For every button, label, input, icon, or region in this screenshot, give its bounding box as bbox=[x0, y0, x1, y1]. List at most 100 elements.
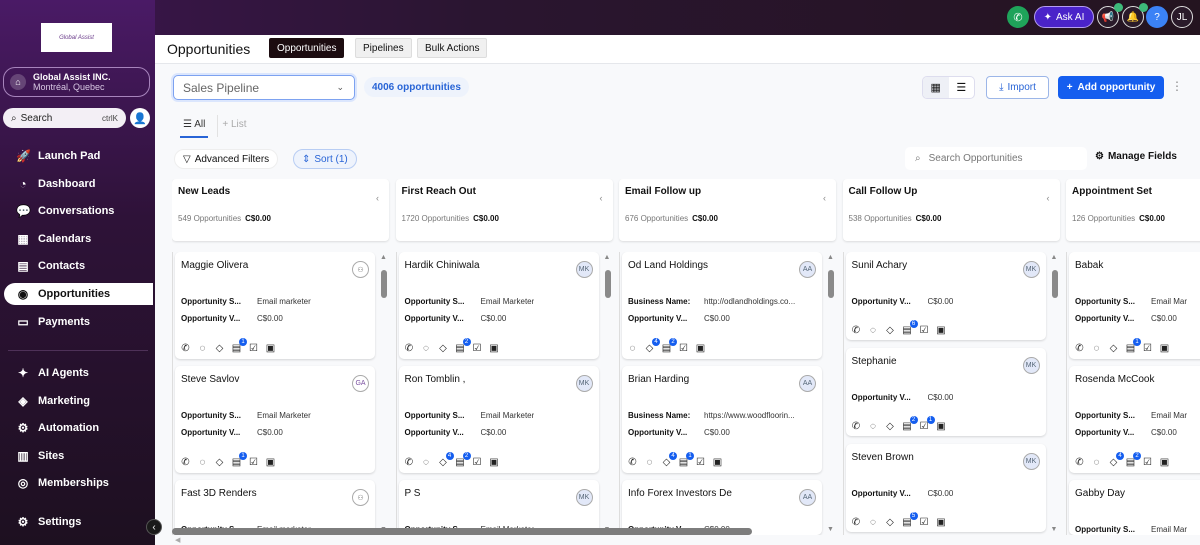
phone-icon[interactable]: ✆ bbox=[851, 517, 862, 528]
notes-icon[interactable]: ▤ 2 bbox=[455, 452, 471, 468]
notes-icon[interactable]: ▤ 2 bbox=[455, 338, 471, 354]
chat-icon[interactable]: ◌ bbox=[627, 343, 638, 354]
task-icon[interactable]: ☑ bbox=[678, 343, 689, 354]
help-button[interactable]: ? bbox=[1146, 6, 1168, 28]
assignee-avatar[interactable]: MK bbox=[575, 489, 593, 506]
search-opportunities-input[interactable]: ⌕ Search Opportunities bbox=[905, 147, 1087, 170]
tag-icon[interactable]: ◇ bbox=[1108, 343, 1119, 354]
phone-button[interactable]: ✆ bbox=[1007, 6, 1029, 28]
column-scrollbar[interactable]: ▲▼ bbox=[603, 252, 613, 535]
add-list-button[interactable]: + List bbox=[222, 119, 246, 138]
sidebar-item-automation[interactable]: ⚙ Automation bbox=[4, 417, 153, 439]
scroll-up-arrow[interactable]: ▲ bbox=[604, 254, 611, 261]
chat-icon[interactable]: ◌ bbox=[197, 343, 208, 354]
import-button[interactable]: ⤓ Import bbox=[986, 76, 1049, 99]
task-icon[interactable]: ☑ bbox=[695, 457, 706, 468]
opportunity-card[interactable]: P SMKOpportunity S...Email Marketer bbox=[398, 480, 599, 535]
calendar-icon[interactable]: ▣ bbox=[265, 343, 276, 354]
chat-icon[interactable]: ◌ bbox=[868, 325, 879, 336]
calendar-icon[interactable]: ▣ bbox=[712, 457, 723, 468]
phone-icon[interactable]: ✆ bbox=[1074, 343, 1085, 354]
task-icon[interactable]: ☑ bbox=[248, 457, 259, 468]
task-icon[interactable]: ☑ bbox=[919, 325, 930, 336]
task-icon[interactable]: ☑ bbox=[919, 517, 930, 528]
opportunity-card[interactable]: Gabby Day Opportunity S... Email Mar bbox=[1069, 480, 1200, 535]
scroll-thumb[interactable] bbox=[604, 270, 611, 298]
tag-icon[interactable]: ◇ bbox=[214, 343, 225, 354]
scroll-left-arrow[interactable]: ◀ bbox=[175, 536, 180, 544]
assignee-avatar[interactable]: AA bbox=[799, 489, 816, 506]
opportunity-card[interactable]: Sunil Achary MK Opportunity V... C$0.00 ✆ ◌ ◇ ▤… bbox=[845, 252, 1046, 340]
assignee-avatar[interactable]: AA bbox=[799, 261, 816, 278]
column-scrollbar[interactable]: ▲▼ bbox=[379, 252, 389, 535]
advanced-filters-button[interactable]: ▽ Advanced Filters bbox=[174, 149, 279, 169]
tab-bulk-actions[interactable]: Bulk Actions bbox=[417, 38, 488, 58]
calendar-icon[interactable]: ▣ bbox=[265, 457, 276, 468]
tag-icon[interactable]: ◇ 4 bbox=[644, 338, 660, 354]
chat-icon[interactable]: ◌ bbox=[421, 343, 432, 354]
view-tab-all[interactable]: ☰ All bbox=[180, 119, 209, 138]
scroll-up-arrow[interactable]: ▲ bbox=[1051, 254, 1058, 261]
tag-icon[interactable]: ◇ bbox=[885, 421, 896, 432]
collapse-column-icon[interactable]: ‹ bbox=[376, 193, 379, 203]
tag-icon[interactable]: ◇ bbox=[885, 325, 896, 336]
notes-icon[interactable]: ▤ 1 bbox=[678, 452, 694, 468]
horizontal-scrollbar[interactable] bbox=[172, 528, 752, 535]
notes-icon[interactable]: ▤ 1 bbox=[231, 338, 247, 354]
assignee-avatar[interactable]: MK bbox=[1022, 453, 1040, 470]
ask-ai-button[interactable]: ✦ Ask AI bbox=[1034, 6, 1094, 28]
pipeline-select[interactable]: Sales Pipeline ⌄ bbox=[173, 75, 355, 100]
notes-icon[interactable]: ▤ 2 bbox=[1125, 452, 1141, 468]
opportunity-card[interactable]: Hardik Chiniwala MK Opportunity S... Email … bbox=[398, 252, 599, 359]
chat-icon[interactable]: ◌ bbox=[868, 517, 879, 528]
sidebar-item-contacts[interactable]: ▤ Contacts bbox=[4, 255, 153, 277]
task-icon[interactable]: ☑ bbox=[1142, 457, 1153, 468]
sidebar-item-marketing[interactable]: ◈ Marketing bbox=[4, 390, 153, 412]
assignee-avatar[interactable]: MK bbox=[1022, 357, 1040, 374]
list-view-icon[interactable]: ☰ bbox=[949, 77, 975, 98]
calendar-icon[interactable]: ▣ bbox=[936, 421, 947, 432]
chat-icon[interactable]: ◌ bbox=[1091, 457, 1102, 468]
task-icon[interactable]: ☑ 1 bbox=[919, 416, 935, 432]
collapse-column-icon[interactable]: ‹ bbox=[823, 193, 826, 203]
opportunity-card[interactable]: Brian Harding AA Business Name: https://www… bbox=[622, 366, 822, 473]
sidebar-item-conversations[interactable]: 💬 Conversations bbox=[4, 200, 153, 222]
tag-icon[interactable]: ◇ 4 bbox=[438, 452, 454, 468]
sidebar-item-settings[interactable]: ⚙ Settings bbox=[4, 511, 153, 533]
opportunity-card[interactable]: Steve Savlov GA Opportunity S... Email Mark… bbox=[175, 366, 375, 473]
sidebar-item-opportunities[interactable]: ◉ Opportunities bbox=[4, 283, 153, 305]
scroll-up-arrow[interactable]: ▲ bbox=[827, 254, 834, 261]
phone-icon[interactable]: ✆ bbox=[180, 343, 191, 354]
tag-icon[interactable]: ◇ bbox=[438, 343, 449, 354]
collapse-column-icon[interactable]: ‹ bbox=[600, 193, 603, 203]
notes-icon[interactable]: ▤ 2 bbox=[661, 338, 677, 354]
phone-icon[interactable]: ✆ bbox=[627, 457, 638, 468]
unassigned-user-icon[interactable]: ⚇ bbox=[352, 489, 369, 506]
sidebar-item-sites[interactable]: ▥ Sites bbox=[4, 445, 153, 467]
chat-icon[interactable]: ◌ bbox=[197, 457, 208, 468]
scroll-up-arrow[interactable]: ▲ bbox=[380, 254, 387, 261]
calendar-icon[interactable]: ▣ bbox=[489, 343, 500, 354]
user-avatar[interactable]: JL bbox=[1171, 6, 1193, 28]
task-icon[interactable]: ☑ bbox=[248, 343, 259, 354]
notifications-button[interactable]: 🔔 bbox=[1122, 3, 1148, 28]
tag-icon[interactable]: ◇ bbox=[214, 457, 225, 468]
chat-icon[interactable]: ◌ bbox=[868, 421, 879, 432]
phone-icon[interactable]: ✆ bbox=[1074, 457, 1085, 468]
add-opportunity-button[interactable]: + Add opportunity bbox=[1058, 76, 1164, 99]
calendar-icon[interactable]: ▣ bbox=[695, 343, 706, 354]
sidebar-item-dashboard[interactable]: ◔ Dashboard bbox=[4, 173, 153, 195]
sort-button[interactable]: ⇕ Sort (1) bbox=[293, 149, 357, 169]
tag-icon[interactable]: ◇ 4 bbox=[1108, 452, 1124, 468]
scroll-down-arrow[interactable]: ▼ bbox=[1051, 526, 1058, 533]
column-scrollbar[interactable]: ▲▼ bbox=[826, 252, 836, 535]
calendar-icon[interactable]: ▣ bbox=[1159, 343, 1170, 354]
phone-icon[interactable]: ✆ bbox=[180, 457, 191, 468]
megaphone-button[interactable]: 📢 bbox=[1097, 3, 1123, 28]
tag-icon[interactable]: ◇ 4 bbox=[661, 452, 677, 468]
assignee-avatar[interactable]: AA bbox=[799, 375, 816, 392]
chat-icon[interactable]: ◌ bbox=[421, 457, 432, 468]
phone-icon[interactable]: ✆ bbox=[404, 457, 415, 468]
assignee-avatar[interactable]: MK bbox=[575, 375, 593, 392]
calendar-icon[interactable]: ▣ bbox=[1159, 457, 1170, 468]
